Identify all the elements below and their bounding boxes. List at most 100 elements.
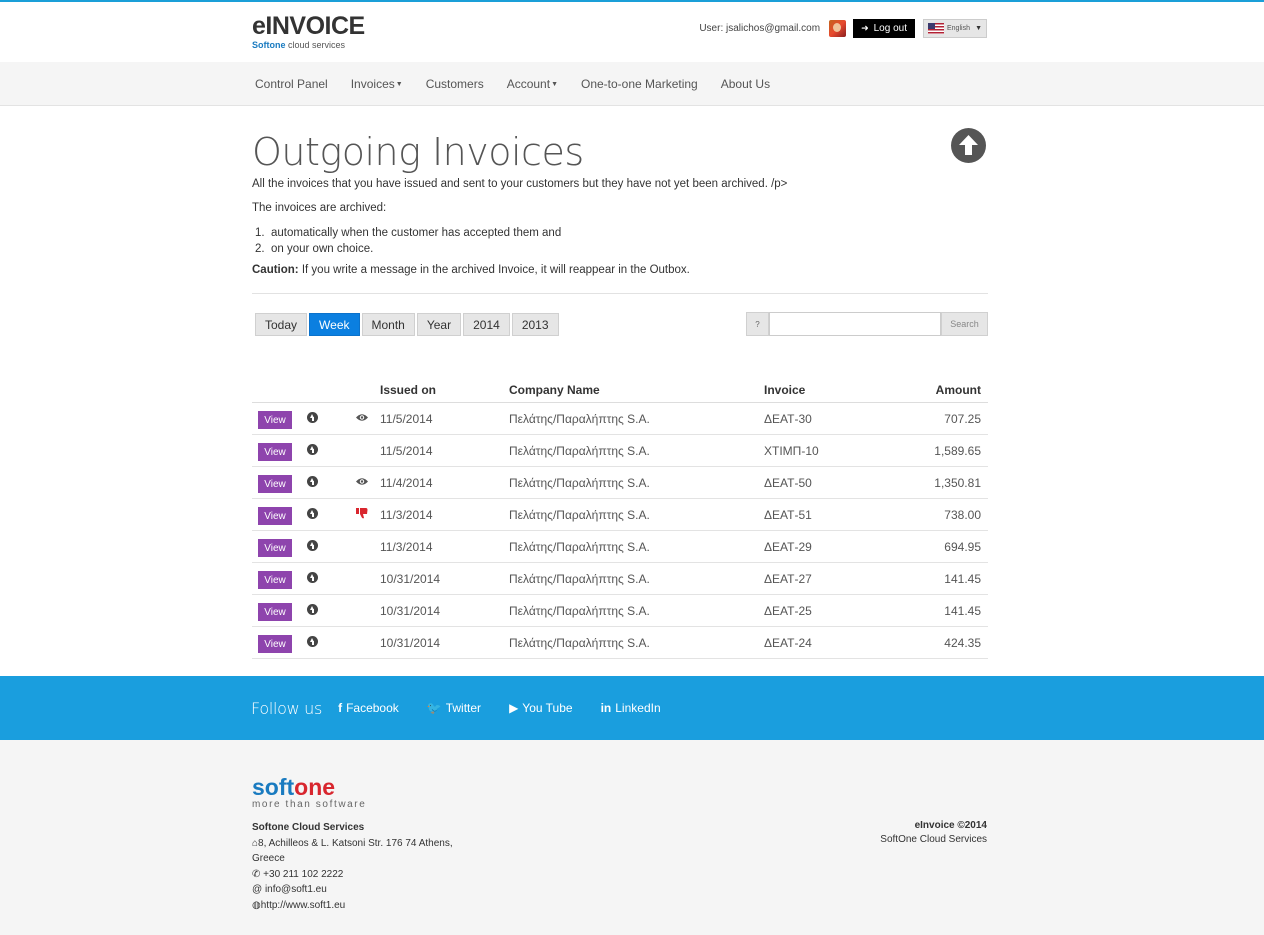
linkedin-link[interactable]: in LinkedIn — [601, 701, 661, 715]
header-amount[interactable]: Amount — [936, 383, 981, 397]
invoice-amount: 694.95 — [944, 540, 981, 554]
facebook-icon: f — [338, 701, 343, 715]
issued-date: 10/31/2014 — [380, 636, 441, 650]
issued-date: 11/5/2014 — [380, 444, 433, 458]
header-issued-on[interactable]: Issued on — [380, 383, 436, 397]
help-button[interactable]: ? — [746, 312, 769, 336]
invoice-number: ΔΕΑΤ-51 — [764, 508, 812, 522]
you-tube-link[interactable]: ▶ You Tube — [509, 701, 573, 715]
follow-title: Follow us — [251, 698, 323, 718]
view-button[interactable]: View — [258, 411, 292, 429]
arrow-up-circle-icon[interactable] — [951, 128, 986, 163]
user-email: User: jsalichos@gmail.com — [699, 22, 821, 34]
view-button[interactable]: View — [258, 539, 292, 557]
invoice-amount: 141.45 — [944, 604, 981, 618]
company-name: Πελάτης/Παραλήπτης S.A. — [509, 636, 650, 650]
einvoice-logo[interactable]: eINVOICE Softone cloud services — [252, 14, 365, 51]
logout-icon: ➜ — [861, 22, 869, 33]
nav-item-customers[interactable]: Customers — [426, 77, 484, 91]
divider — [252, 293, 988, 294]
chevron-down-icon: ▼ — [551, 81, 558, 88]
contact-info: Softone Cloud Services ⌂8, Achilleos & L… — [252, 820, 453, 914]
list-item: 2. on your own choice. — [255, 243, 374, 255]
logout-button[interactable]: ➜ Log out — [853, 18, 915, 38]
header: eINVOICE Softone cloud services User: js… — [0, 2, 1264, 62]
arrow-up-circle-icon[interactable] — [307, 540, 318, 551]
header-invoice[interactable]: Invoice — [764, 383, 805, 397]
filter-2014-button[interactable]: 2014 — [463, 313, 510, 336]
filter-2013-button[interactable]: 2013 — [511, 313, 559, 336]
nav-item-control-panel[interactable]: Control Panel — [255, 77, 328, 91]
arrow-up-circle-icon[interactable] — [307, 604, 318, 615]
invoice-amount: 424.35 — [944, 636, 981, 650]
view-button[interactable]: View — [258, 443, 292, 461]
arrow-up-circle-icon[interactable] — [307, 572, 318, 583]
caution-text: Caution: If you write a message in the a… — [252, 264, 690, 276]
arrow-up-circle-icon[interactable] — [307, 508, 318, 519]
invoice-number: ΔΕΑΤ-30 — [764, 412, 812, 426]
nav-item-one-to-one-marketing[interactable]: One-to-one Marketing — [581, 77, 698, 91]
twitter-icon: 🐦 — [426, 701, 442, 715]
softone-logo[interactable]: softone more than software — [252, 776, 367, 811]
table-body: View 11/5/2014 Πελάτης/Παραλήπτης S.A. ΔΕΑΤ… — [252, 403, 988, 659]
company-name: Πελάτης/Παραλήπτης S.A. — [509, 572, 650, 586]
logo-tagline: cloud services — [288, 40, 346, 50]
facebook-link[interactable]: f Facebook — [338, 701, 399, 715]
invoice-number: ΔΕΑΤ-27 — [764, 572, 812, 586]
nav-item-invoices[interactable]: Invoices▼ — [351, 77, 403, 91]
invoice-number: ΔΕΑΤ-25 — [764, 604, 812, 618]
filter-year-button[interactable]: Year — [416, 313, 462, 336]
nav-item-account[interactable]: Account▼ — [507, 77, 558, 91]
logout-label: Log out — [873, 22, 907, 34]
address: ⌂8, Achilleos & L. Katsoni Str. 176 74 A… — [252, 837, 453, 849]
nav-item-about-us[interactable]: About Us — [721, 77, 770, 91]
logo-title: eINVOICE — [252, 12, 365, 40]
logo-slogan: more than software — [252, 799, 367, 810]
arrow-up-circle-icon[interactable] — [307, 476, 318, 487]
avatar[interactable] — [829, 19, 847, 37]
chevron-down-icon: ▼ — [975, 24, 982, 32]
company-name: Πελάτης/Παραλήπτης S.A. — [509, 476, 650, 490]
company-name: Πελάτης/Παραλήπτης S.A. — [509, 412, 650, 426]
eye-icon — [355, 412, 369, 423]
view-button[interactable]: View — [258, 635, 292, 653]
at-icon: @ — [252, 884, 265, 896]
issued-date: 11/3/2014 — [380, 540, 433, 554]
social-links: Follow us f Facebook 🐦 Twitter ▶ You Tube in Li… — [251, 676, 689, 740]
table-row: View 10/31/2014 Πελάτης/Παραλήπτης S.A. ΔΕΑ… — [252, 563, 988, 595]
email: @ info@soft1.eu — [252, 884, 327, 896]
issued-date: 10/31/2014 — [380, 572, 441, 586]
invoice-amount: 1,589.65 — [934, 444, 981, 458]
arrow-up-circle-icon[interactable] — [307, 444, 318, 455]
invoices-table: Issued on Company Name Invoice Amount Vi… — [252, 378, 988, 659]
main-navbar: Control Panel Invoices▼ Customers Account▼ O… — [0, 62, 1264, 106]
invoice-amount: 707.25 — [944, 412, 981, 426]
issued-date: 11/4/2014 — [380, 476, 433, 490]
search-button[interactable]: Search — [941, 312, 988, 336]
company-name: Πελάτης/Παραλήπτης S.A. — [509, 444, 650, 458]
view-button[interactable]: View — [258, 571, 292, 589]
list-item: 1. automatically when the customer has ac… — [255, 227, 562, 239]
table-header: Issued on Company Name Invoice Amount — [252, 378, 988, 403]
table-row: View 11/4/2014 Πελάτης/Παραλήπτης S.A. ΔΕΑΤ… — [252, 467, 988, 499]
company-name: Πελάτης/Παραλήπτης S.A. — [509, 540, 650, 554]
twitter-link[interactable]: 🐦 Twitter — [427, 701, 481, 715]
filter-week-button[interactable]: Week — [309, 313, 360, 336]
invoice-amount: 141.45 — [944, 572, 981, 586]
arrow-up-circle-icon[interactable] — [307, 636, 318, 647]
company-name: Πελάτης/Παραλήπτης S.A. — [509, 508, 650, 522]
filter-today-button[interactable]: Today — [255, 313, 308, 336]
globe-icon: ◍ — [252, 899, 261, 911]
language-select[interactable]: English ▼ — [923, 18, 987, 38]
invoice-amount: 1,350.81 — [934, 476, 981, 490]
caution-label: Caution: — [252, 264, 299, 276]
arrow-up-circle-icon[interactable] — [307, 412, 318, 423]
header-company[interactable]: Company Name — [509, 383, 600, 397]
table-row: View 11/3/2014 Πελάτης/Παραλήπτης S.A. ΔΕΑΤ… — [252, 499, 988, 531]
copyright-text: eInvoice ©2014 — [914, 820, 987, 831]
view-button[interactable]: View — [258, 475, 292, 493]
view-button[interactable]: View — [258, 507, 292, 525]
search-input[interactable] — [769, 312, 941, 336]
view-button[interactable]: View — [258, 603, 292, 621]
filter-month-button[interactable]: Month — [361, 313, 415, 336]
